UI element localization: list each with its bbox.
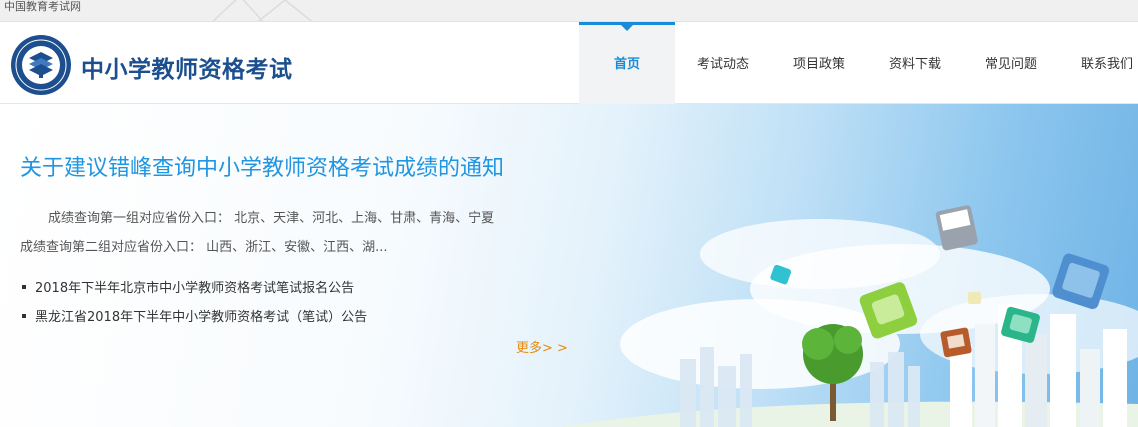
nav-downloads-label: 资料下载 xyxy=(888,57,941,72)
featured-summary-line-2: 成绩查询第二组对应省份入口： 山西、浙江、安徽、江西、湖... xyxy=(20,240,388,255)
site-network-link[interactable]: 中国教育考试网 xyxy=(4,0,81,14)
news-list: 2018年下半年北京市中小学教师资格考试笔试报名公告 黑龙江省2018年下半年中… xyxy=(22,279,367,337)
nav-home-label: 首页 xyxy=(613,57,640,72)
news-list-item[interactable]: 2018年下半年北京市中小学教师资格考试笔试报名公告 xyxy=(22,279,367,308)
nav-downloads[interactable]: 资料下载 xyxy=(867,22,963,104)
main-nav: 首页 考试动态 项目政策 资料下载 常见问题 联系我们 xyxy=(579,22,1138,104)
bullet-icon xyxy=(22,284,26,289)
site-title[interactable]: 中小学教师资格考试 xyxy=(81,50,293,84)
nav-exam-news-label: 考试动态 xyxy=(696,57,749,72)
nav-contact-label: 联系我们 xyxy=(1080,57,1133,72)
featured-news-title[interactable]: 关于建议错峰查询中小学教师资格考试成绩的通知 xyxy=(20,150,504,182)
nav-policy-label: 项目政策 xyxy=(792,57,845,72)
nav-contact[interactable]: 联系我们 xyxy=(1059,22,1138,104)
nav-policy[interactable]: 项目政策 xyxy=(771,22,867,104)
teacher-certification-logo-icon[interactable] xyxy=(10,34,72,96)
mountain-decoration xyxy=(212,0,313,21)
nav-faq-label: 常见问题 xyxy=(984,57,1037,72)
top-bar: 中国教育考试网 xyxy=(0,0,1138,22)
news-item-text: 黑龙江省2018年下半年中小学教师资格考试（笔试）公告 xyxy=(35,310,368,325)
site-header: 中小学教师资格考试 首页 考试动态 项目政策 资料下载 常见问题 联系我们 xyxy=(0,22,1138,104)
more-link[interactable]: 更多> > xyxy=(516,337,568,356)
nav-faq[interactable]: 常见问题 xyxy=(963,22,1059,104)
featured-summary-line-1: 成绩查询第一组对应省份入口： 北京、天津、河北、上海、甘肃、青海、宁夏 xyxy=(48,211,495,226)
nav-exam-news[interactable]: 考试动态 xyxy=(675,22,771,104)
nav-home[interactable]: 首页 xyxy=(579,22,675,104)
news-list-item[interactable]: 黑龙江省2018年下半年中小学教师资格考试（笔试）公告 xyxy=(22,308,367,337)
bullet-icon xyxy=(22,313,26,318)
news-item-text: 2018年下半年北京市中小学教师资格考试笔试报名公告 xyxy=(35,281,355,296)
hero-banner: 关于建议错峰查询中小学教师资格考试成绩的通知 成绩查询第一组对应省份入口： 北京… xyxy=(0,104,1138,427)
active-caret-icon xyxy=(621,25,633,31)
